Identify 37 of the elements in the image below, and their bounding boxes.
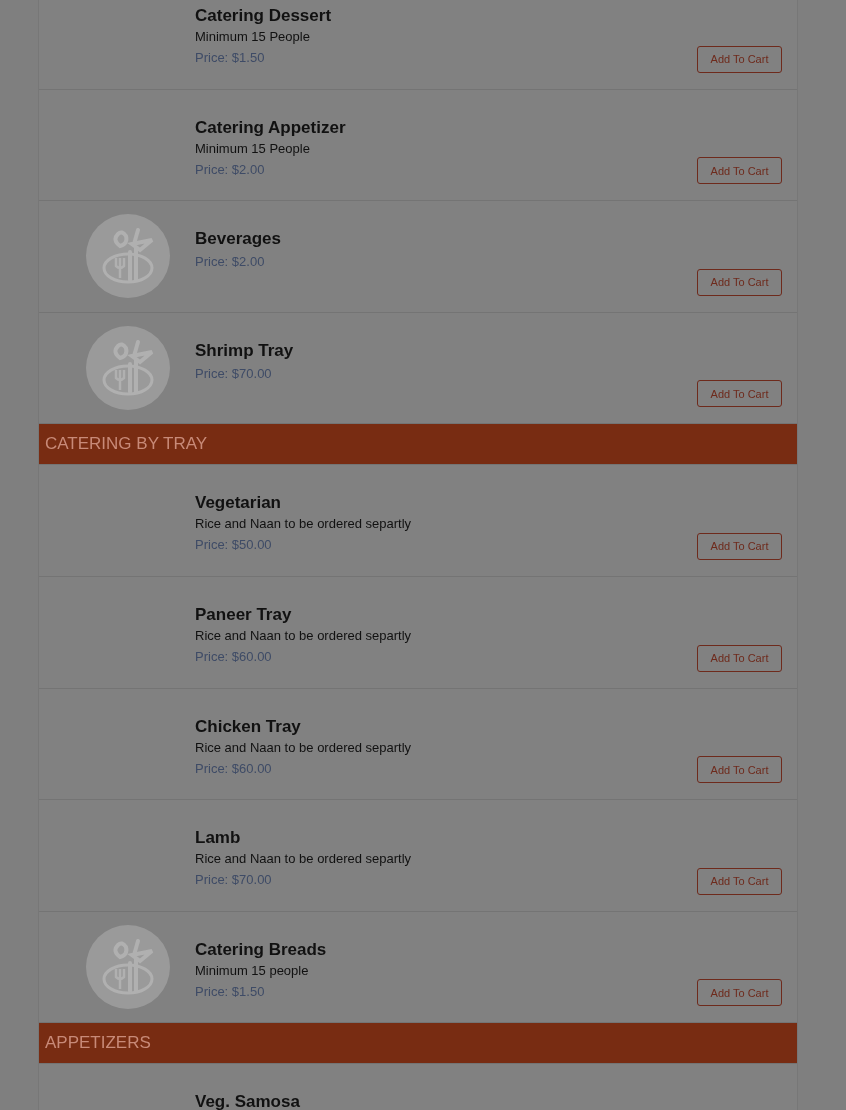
section-header: CATERING BY TRAY bbox=[39, 424, 797, 466]
item-price: Price: $1.50 bbox=[195, 982, 266, 1001]
add-to-cart-button[interactable]: Add To Cart bbox=[697, 979, 782, 1007]
item-name: Paneer Tray bbox=[195, 603, 293, 626]
item-name: Veg. Samosa bbox=[195, 1091, 301, 1110]
item-description: Rice and Naan to be ordered separtly bbox=[195, 626, 413, 645]
add-to-cart-button[interactable]: Add To Cart bbox=[697, 644, 782, 672]
section-header: APPETIZERS bbox=[39, 1023, 797, 1065]
item-description: Rice and Naan to be ordered separtly bbox=[195, 850, 413, 869]
item-price: Price: $70.00 bbox=[195, 871, 273, 890]
item-price: Price: $50.00 bbox=[195, 536, 273, 555]
item-price: Price: $1.50 bbox=[195, 49, 266, 67]
item-price: Price: $60.00 bbox=[195, 647, 273, 666]
item-name: Vegetarian bbox=[195, 492, 282, 515]
add-to-cart-button[interactable]: Add To Cart bbox=[697, 157, 782, 185]
item-name: Beverages bbox=[195, 228, 282, 251]
item-price: Price: $2.00 bbox=[195, 160, 266, 179]
item-price: Price: $70.00 bbox=[195, 364, 273, 383]
add-to-cart-button[interactable]: Add To Cart bbox=[697, 380, 782, 408]
add-to-cart-button[interactable]: Add To Cart bbox=[697, 867, 782, 895]
item-name: Catering Dessert bbox=[195, 5, 333, 27]
add-to-cart-button[interactable]: Add To Cart bbox=[697, 756, 782, 784]
item-name: Catering Breads bbox=[195, 938, 328, 961]
item-description: Rice and Naan to be ordered separtly bbox=[195, 738, 413, 757]
item-description: Rice and Naan to be ordered separtly bbox=[195, 515, 413, 534]
add-to-cart-button[interactable]: Add To Cart bbox=[697, 268, 782, 296]
item-name: Chicken Tray bbox=[195, 715, 302, 738]
add-to-cart-button[interactable]: Add To Cart bbox=[697, 45, 782, 73]
item-name: Shrimp Tray bbox=[195, 339, 295, 362]
item-price: Price: $2.00 bbox=[195, 253, 266, 272]
item-description: Minimum 15 People bbox=[195, 28, 311, 46]
add-to-cart-button[interactable]: Add To Cart bbox=[697, 532, 782, 560]
item-description: Minimum 15 People bbox=[195, 139, 311, 158]
item-description: Minimum 15 people bbox=[195, 961, 310, 980]
item-price: Price: $60.00 bbox=[195, 759, 273, 778]
item-name: Lamb bbox=[195, 827, 242, 850]
item-name: Catering Appetizer bbox=[195, 116, 347, 139]
